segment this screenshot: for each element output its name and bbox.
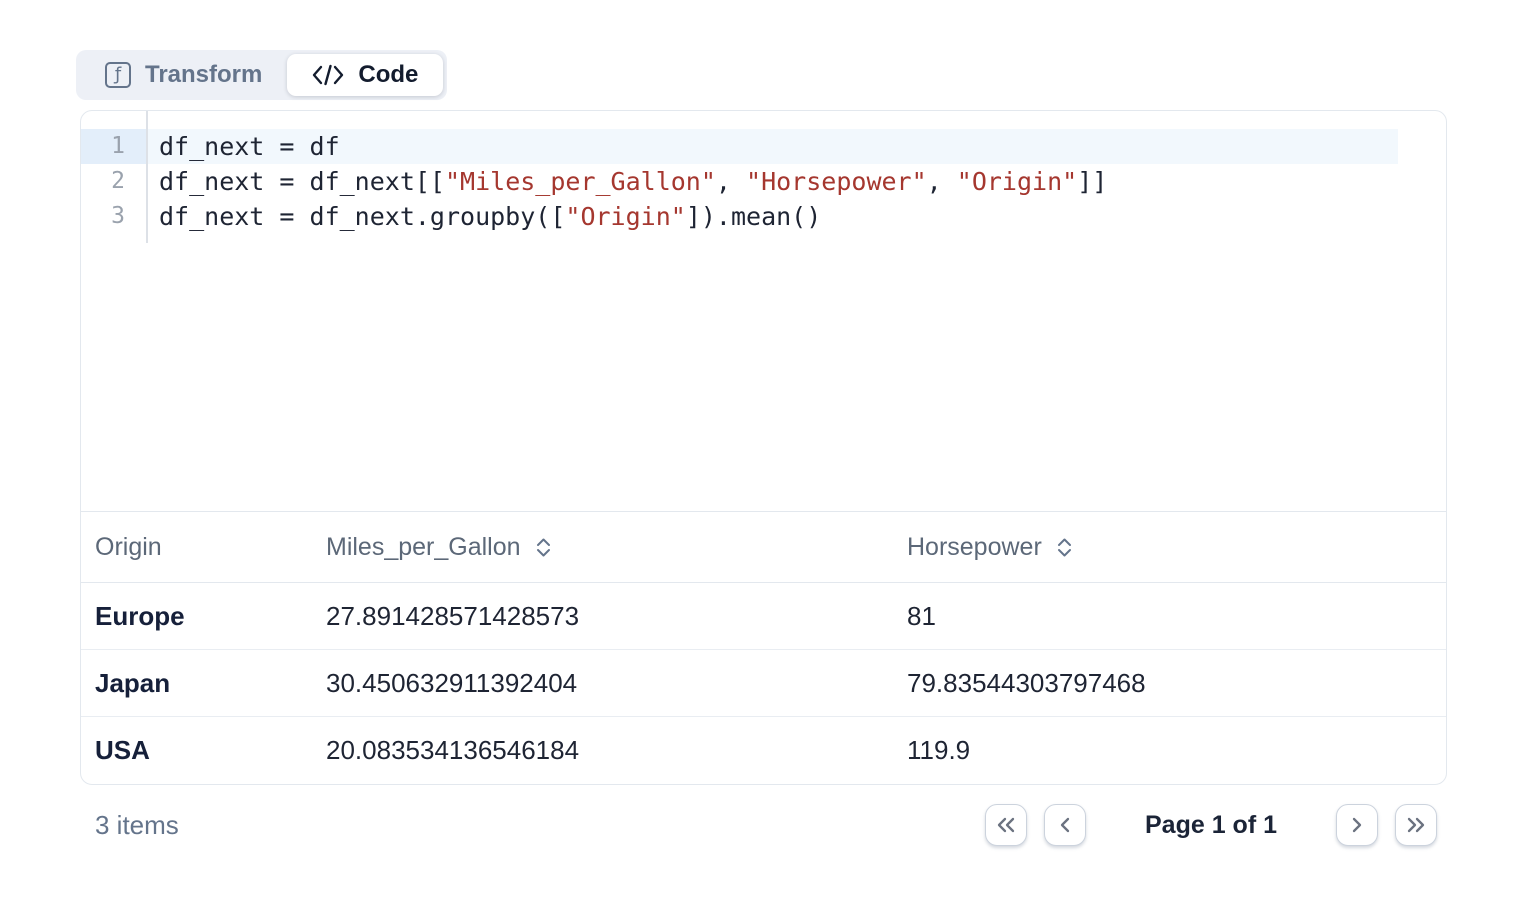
- tab-code[interactable]: Code: [287, 54, 443, 96]
- main-panel: 1 df_next = df 2 df_next = df_next[["Mil…: [80, 110, 1447, 785]
- column-header-origin: Origin: [81, 533, 312, 562]
- table-header-row: Origin Miles_per_Gallon Horsepower: [81, 512, 1446, 583]
- code-text[interactable]: df_next = df_next[["Miles_per_Gallon", "…: [146, 164, 1398, 199]
- cell-origin: Japan: [81, 668, 312, 699]
- next-page-button[interactable]: [1336, 804, 1378, 846]
- cell-origin: USA: [81, 735, 312, 766]
- page-status: Page 1 of 1: [1145, 811, 1277, 840]
- line-number: 1: [81, 129, 146, 164]
- tab-code-label: Code: [358, 61, 418, 89]
- sort-chevrons-icon[interactable]: [535, 536, 552, 559]
- code-editor[interactable]: 1 df_next = df 2 df_next = df_next[["Mil…: [81, 111, 1446, 512]
- code-line: 1 df_next = df: [81, 129, 1446, 164]
- table-row: Europe 27.891428571428573 81: [81, 583, 1446, 650]
- table-footer: 3 items Page 1 of 1: [80, 802, 1447, 848]
- sort-chevrons-icon[interactable]: [1056, 536, 1073, 559]
- code-text[interactable]: df_next = df_next.groupby(["Origin"]).me…: [146, 199, 1398, 234]
- column-header-horsepower[interactable]: Horsepower: [893, 533, 1446, 562]
- code-brackets-icon: [312, 63, 344, 87]
- cell-miles-per-gallon: 20.083534136546184: [312, 735, 893, 766]
- cell-miles-per-gallon: 27.891428571428573: [312, 601, 893, 632]
- function-icon: ƒ: [105, 62, 131, 88]
- code-text[interactable]: df_next = df: [146, 129, 1398, 164]
- tab-transform[interactable]: ƒ Transform: [80, 54, 287, 96]
- cell-origin: Europe: [81, 601, 312, 632]
- next-page-icon: [1348, 815, 1366, 835]
- last-page-button[interactable]: [1395, 804, 1437, 846]
- line-number: 3: [81, 199, 146, 234]
- line-number: 2: [81, 164, 146, 199]
- items-count: 3 items: [95, 810, 179, 841]
- table-row: Japan 30.450632911392404 79.835443037974…: [81, 650, 1446, 717]
- prev-page-button[interactable]: [1044, 804, 1086, 846]
- code-line: 2 df_next = df_next[["Miles_per_Gallon",…: [81, 164, 1446, 199]
- pagination: Page 1 of 1: [985, 804, 1437, 846]
- first-page-button[interactable]: [985, 804, 1027, 846]
- tab-transform-label: Transform: [145, 61, 262, 89]
- cell-horsepower: 119.9: [893, 735, 1446, 766]
- cell-horsepower: 79.83544303797468: [893, 668, 1446, 699]
- view-switcher: ƒ Transform Code: [76, 50, 447, 100]
- code-line: 3 df_next = df_next.groupby(["Origin"]).…: [81, 199, 1446, 234]
- first-page-icon: [994, 815, 1018, 835]
- prev-page-icon: [1056, 815, 1074, 835]
- app-window: ƒ Transform Code 1 df_next = df 2: [0, 0, 1516, 918]
- table-row: USA 20.083534136546184 119.9: [81, 717, 1446, 784]
- column-header-miles-per-gallon[interactable]: Miles_per_Gallon: [312, 533, 893, 562]
- cell-miles-per-gallon: 30.450632911392404: [312, 668, 893, 699]
- gutter-divider: [146, 111, 148, 243]
- cell-horsepower: 81: [893, 601, 1446, 632]
- last-page-icon: [1404, 815, 1428, 835]
- results-table: Origin Miles_per_Gallon Horsepower: [81, 512, 1446, 784]
